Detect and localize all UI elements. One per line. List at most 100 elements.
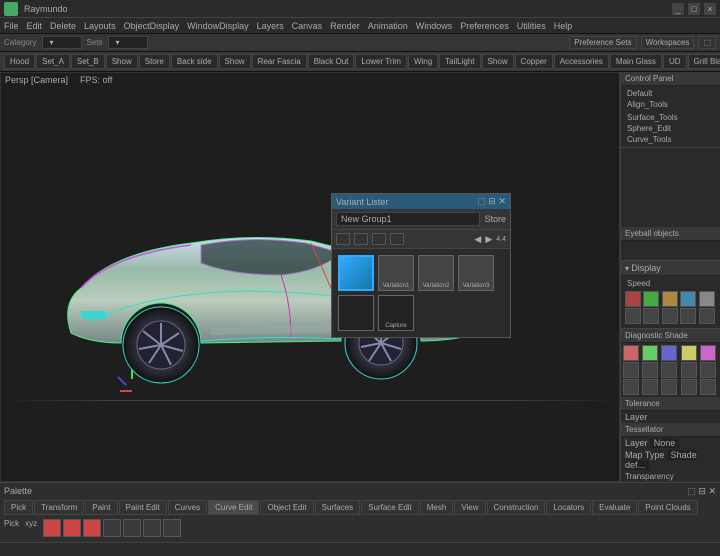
variant-thumb[interactable]: Variation1 (378, 255, 414, 291)
palette-tool-icon[interactable] (63, 519, 81, 537)
display-swatch[interactable] (662, 291, 678, 307)
diag-icon[interactable] (623, 379, 639, 395)
menu-help[interactable]: Help (554, 21, 573, 31)
diag-icon[interactable] (700, 362, 716, 378)
cp-surface[interactable]: Surface_Tools (623, 112, 718, 123)
variant-thumb[interactable] (338, 295, 374, 331)
diag-icon[interactable] (642, 379, 658, 395)
display-swatch[interactable] (662, 308, 678, 324)
display-swatch[interactable] (643, 291, 659, 307)
shelf-mainglass[interactable]: Main Glass (610, 54, 662, 69)
palette-tool-icon[interactable] (43, 519, 61, 537)
palette-tool-icon[interactable] (123, 519, 141, 537)
palette-tool-icon[interactable] (143, 519, 161, 537)
ptab-construction[interactable]: Construction (487, 500, 546, 515)
shelf-accessories[interactable]: Accessories (554, 54, 609, 69)
ptab-curveedit[interactable]: Curve Edit (208, 500, 259, 515)
palette-tool-icon[interactable] (163, 519, 181, 537)
menu-delete[interactable]: Delete (50, 21, 76, 31)
menu-file[interactable]: File (4, 21, 19, 31)
ptab-mesh[interactable]: Mesh (420, 500, 454, 515)
shelf-rearfascia[interactable]: Rear Fascia (252, 54, 307, 69)
variant-controls[interactable]: ⬚ ⊟ ✕ (477, 196, 506, 207)
diag-icon[interactable] (642, 345, 658, 361)
menu-preferences[interactable]: Preferences (460, 21, 509, 31)
close-button[interactable]: × (704, 3, 716, 15)
menu-animation[interactable]: Animation (368, 21, 408, 31)
menu-edit[interactable]: Edit (27, 21, 43, 31)
display-swatch[interactable] (625, 291, 641, 307)
cp-default[interactable]: Default (623, 88, 718, 99)
shelf-backside[interactable]: Back side (171, 54, 218, 69)
menu-windowdisplay[interactable]: WindowDisplay (187, 21, 249, 31)
variant-tool-icon[interactable] (372, 233, 386, 245)
ptab-transform[interactable]: Transform (34, 500, 84, 515)
ptab-evaluate[interactable]: Evaluate (592, 500, 637, 515)
variant-capture[interactable]: Capture (378, 295, 414, 331)
cp-sphere[interactable]: Sphere_Edit (623, 123, 718, 134)
maximize-button[interactable]: □ (688, 3, 700, 15)
shelf-show3[interactable]: Show (482, 54, 514, 69)
toolbar-icon[interactable]: ⬚ (698, 36, 716, 49)
palette-tool-icon[interactable] (103, 519, 121, 537)
diag-icon[interactable] (661, 345, 677, 361)
ptab-surfaces[interactable]: Surfaces (315, 500, 361, 515)
viewport[interactable]: Persp [Camera] FPS: off (0, 72, 620, 482)
diag-icon[interactable] (661, 362, 677, 378)
variant-thumb[interactable]: Variation2 (418, 255, 454, 291)
diag-icon[interactable] (642, 362, 658, 378)
ptab-curves[interactable]: Curves (168, 500, 207, 515)
category-dropdown[interactable]: ▾ (42, 36, 82, 49)
shelf-show2[interactable]: Show (219, 54, 251, 69)
ptab-paintedit[interactable]: Paint Edit (119, 500, 167, 515)
diag-icon[interactable] (681, 362, 697, 378)
diag-icon[interactable] (700, 345, 716, 361)
variant-tool-icon[interactable] (354, 233, 368, 245)
ptab-pointclouds[interactable]: Point Clouds (638, 500, 697, 515)
diag-icon[interactable] (623, 362, 639, 378)
variant-play-icon[interactable]: ▶ (485, 234, 492, 245)
palette-controls[interactable]: ⬚ ⊟ ✕ (687, 486, 716, 497)
shelf-wing[interactable]: Wing (408, 54, 438, 69)
variant-tool-icon[interactable] (336, 233, 350, 245)
diag-icon[interactable] (700, 379, 716, 395)
display-swatch[interactable] (680, 291, 696, 307)
display-swatch[interactable] (680, 308, 696, 324)
menu-layers[interactable]: Layers (257, 21, 284, 31)
shelf-grillblades[interactable]: Grill Blades Top (688, 54, 720, 69)
workspaces-button[interactable]: Workspaces (641, 36, 695, 49)
shelf-copper[interactable]: Copper (515, 54, 553, 69)
shelf-seta[interactable]: Set_A (36, 54, 70, 69)
diag-icon[interactable] (623, 345, 639, 361)
cp-curve[interactable]: Curve_Tools (623, 134, 718, 145)
shelf-store[interactable]: Store (139, 54, 170, 69)
diag-icon[interactable] (681, 345, 697, 361)
shelf-lowertrim[interactable]: Lower Trim (355, 54, 407, 69)
shelf-blackout[interactable]: Black Out (308, 54, 355, 69)
tess-dropdown[interactable]: None (650, 438, 680, 448)
ptab-pick[interactable]: Pick (4, 500, 33, 515)
diag-icon[interactable] (661, 379, 677, 395)
minimize-button[interactable]: _ (672, 3, 684, 15)
palette-tool-icon[interactable] (83, 519, 101, 537)
diag-icon[interactable] (681, 379, 697, 395)
prefsets-button[interactable]: Preference Sets (569, 36, 636, 49)
shelf-setb[interactable]: Set_B (71, 54, 105, 69)
ptab-view[interactable]: View (454, 500, 485, 515)
ptab-paint[interactable]: Paint (85, 500, 117, 515)
variant-tool-icon[interactable] (390, 233, 404, 245)
sets-dropdown[interactable]: ▾ (108, 36, 148, 49)
cp-align[interactable]: Align_Tools (623, 99, 718, 110)
variant-thumb-active[interactable] (338, 255, 374, 291)
variant-prev-icon[interactable]: ◀ (474, 234, 481, 245)
shelf-ud[interactable]: UD (663, 54, 687, 69)
variant-group-dropdown[interactable]: New Group1 (336, 212, 480, 226)
ptab-surfaceedit[interactable]: Surface Edit (361, 500, 419, 515)
shelf-taillight[interactable]: TailLight (439, 54, 480, 69)
variant-thumb[interactable]: Variation3 (458, 255, 494, 291)
ptab-objectedit[interactable]: Object Edit (260, 500, 313, 515)
shelf-show1[interactable]: Show (106, 54, 138, 69)
menu-canvas[interactable]: Canvas (292, 21, 323, 31)
variant-store-button[interactable]: Store (484, 214, 506, 224)
menu-objectdisplay[interactable]: ObjectDisplay (124, 21, 180, 31)
